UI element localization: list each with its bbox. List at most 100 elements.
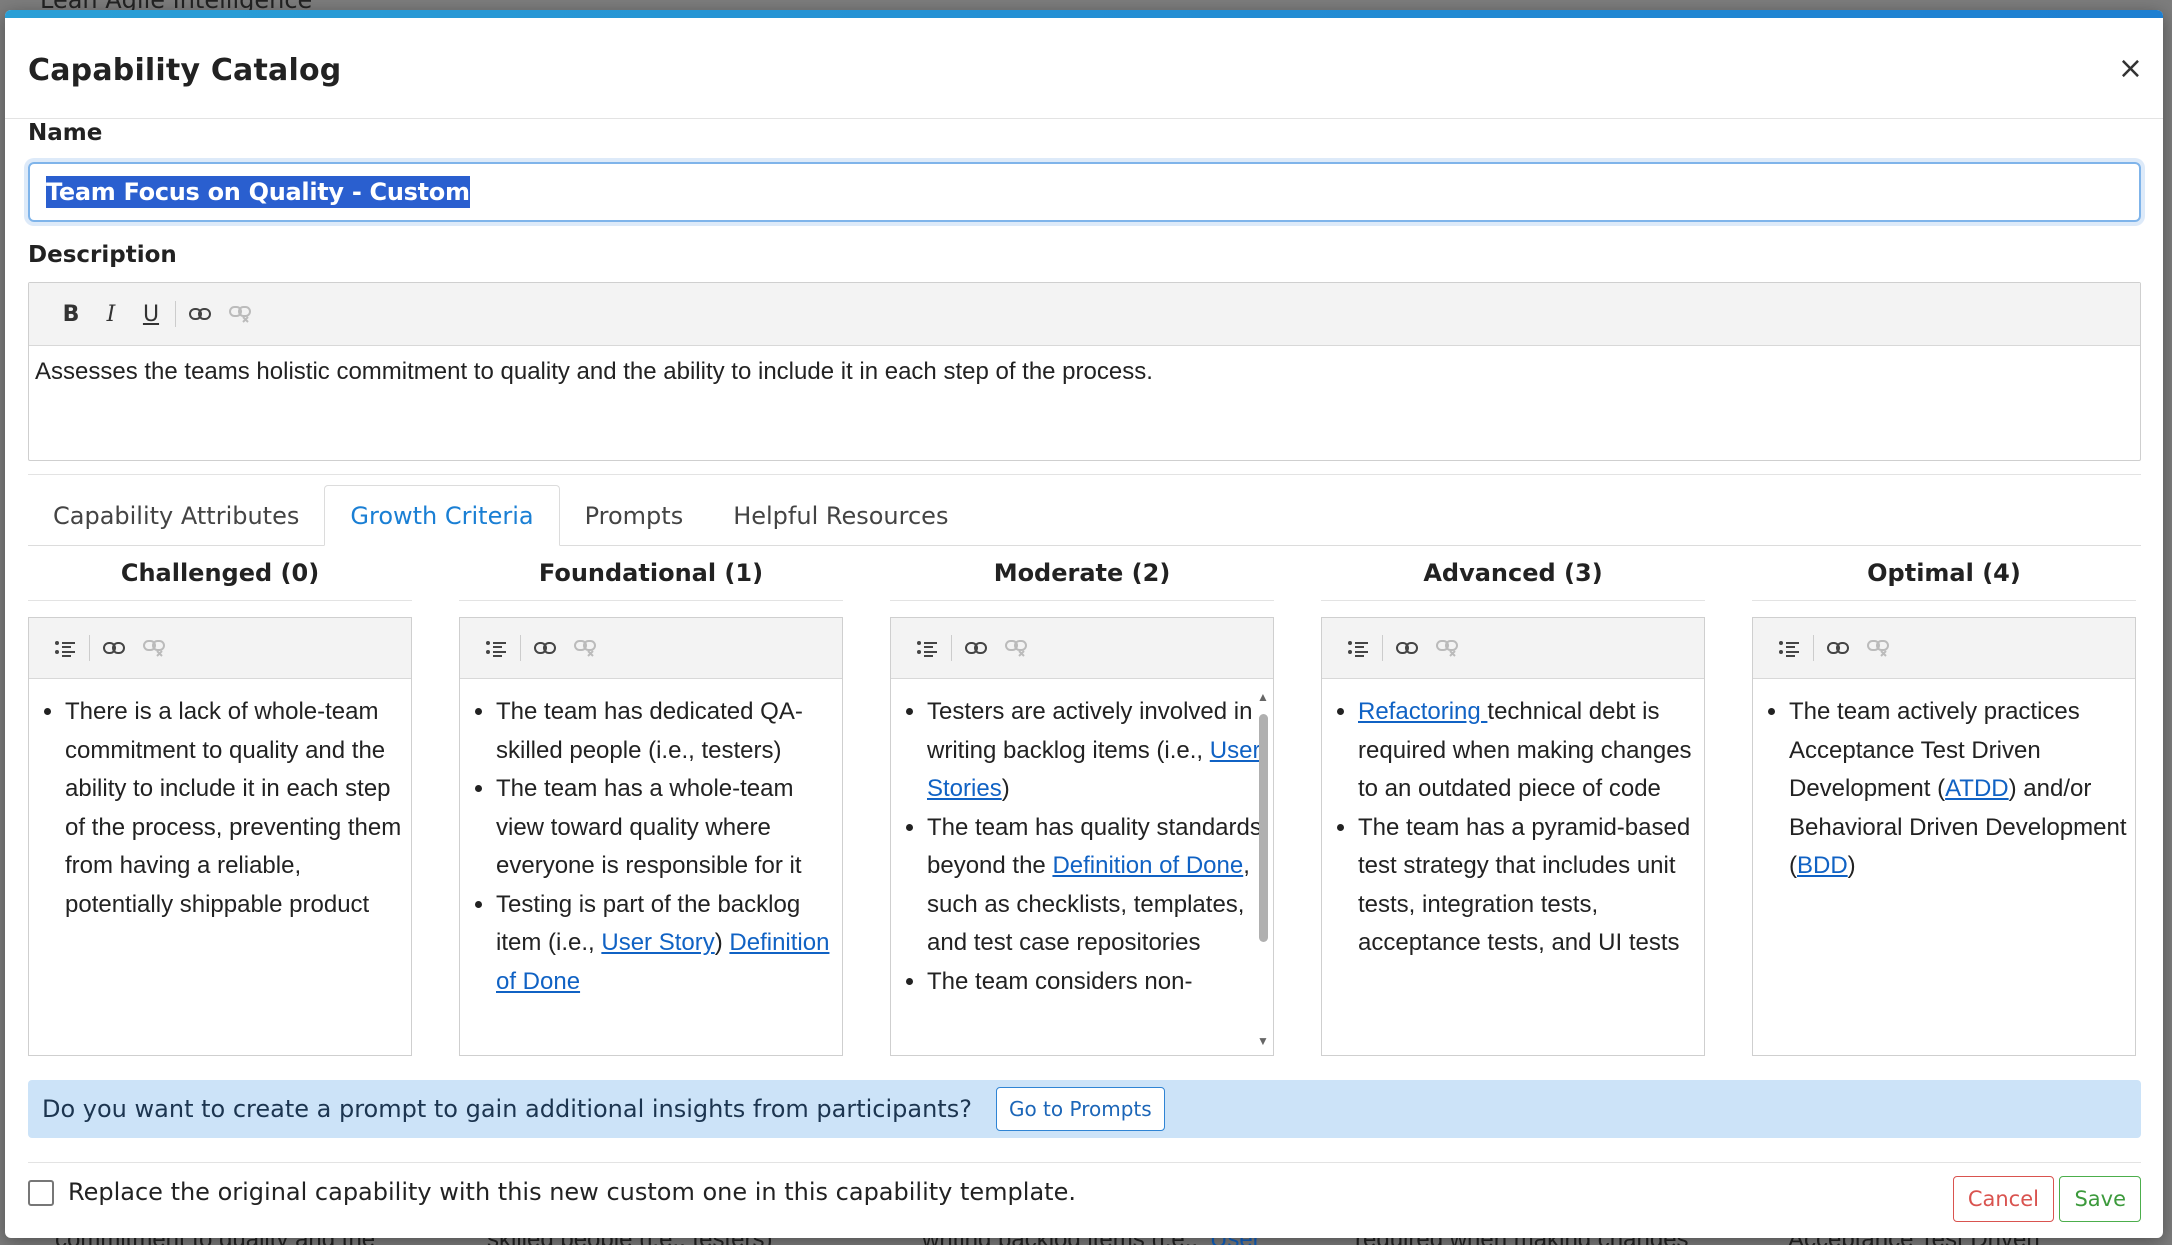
criteria-text: ): [1847, 852, 1856, 879]
growth-criteria-columns: Challenged (0) There is a lack of whole-t…: [28, 546, 2141, 1056]
criteria-item: Refactoring technical debt is required w…: [1358, 693, 1698, 809]
close-icon[interactable]: ×: [2118, 54, 2143, 84]
level-content[interactable]: Testers are actively involved in writing…: [891, 679, 1273, 1001]
criteria-text: The team considers non-: [927, 967, 1193, 995]
description-text[interactable]: Assesses the teams holistic commitment t…: [29, 346, 2140, 460]
unlink-icon[interactable]: [996, 628, 1036, 668]
tab-growth-criteria[interactable]: Growth Criteria: [324, 485, 560, 546]
criteria-item: Testing is part of the backlog item (i.e…: [496, 886, 836, 1002]
bullet-list-icon[interactable]: [1769, 628, 1809, 668]
level-toolbar: [460, 618, 842, 679]
criteria-text: The team has a whole-team view toward qu…: [496, 775, 802, 879]
bullet-list-icon[interactable]: [1338, 628, 1378, 668]
criteria-item: The team actively practices Acceptance T…: [1789, 693, 2129, 886]
level-editor: Refactoring technical debt is required w…: [1321, 617, 1705, 1056]
criteria-item: The team has quality standards beyond th…: [927, 809, 1267, 963]
glossary-link[interactable]: ATDD: [1945, 775, 2009, 802]
tab-helpful-resources[interactable]: Helpful Resources: [708, 487, 973, 545]
level-title: Moderate (2): [890, 546, 1274, 601]
criteria-list: The team has dedicated QA-skilled people…: [474, 693, 836, 1001]
unlink-icon[interactable]: [1858, 628, 1898, 668]
level-toolbar: [891, 618, 1273, 679]
toolbar-separator: [520, 635, 521, 661]
name-input[interactable]: Team Focus on Quality - Custom: [28, 162, 2141, 222]
tab-capability-attributes[interactable]: Capability Attributes: [28, 487, 324, 545]
glossary-link[interactable]: Refactoring: [1358, 698, 1487, 725]
modal-accent-bar: [5, 10, 2163, 18]
link-icon[interactable]: [1818, 628, 1858, 668]
level-column-foundational: Foundational (1) The team has dedicated Q…: [459, 546, 843, 1056]
cancel-button[interactable]: Cancel: [1952, 1176, 2054, 1222]
level-title: Optimal (4): [1752, 546, 2136, 601]
modal-title: Capability Catalog: [28, 53, 342, 88]
prompt-banner: Do you want to create a prompt to gain a…: [28, 1080, 2141, 1138]
criteria-item: The team has a whole-team view toward qu…: [496, 770, 836, 886]
bold-icon[interactable]: B: [51, 294, 91, 334]
glossary-link[interactable]: Definition of Done: [1052, 852, 1243, 879]
bullet-list-icon[interactable]: [907, 628, 947, 668]
modal-body: Name Team Focus on Quality - Custom Desc…: [28, 120, 2141, 1238]
bullet-list-icon[interactable]: [45, 628, 85, 668]
capability-tabs: Capability Attributes Growth Criteria Pr…: [28, 485, 2141, 546]
prompt-banner-text: Do you want to create a prompt to gain a…: [42, 1095, 972, 1123]
level-title: Advanced (3): [1321, 546, 1705, 601]
description-label: Description: [28, 242, 177, 268]
criteria-text: ): [1001, 775, 1010, 802]
level-editor: The team has dedicated QA-skilled people…: [459, 617, 843, 1056]
modal-footer: Replace the original capability with thi…: [28, 1163, 2141, 1238]
link-icon[interactable]: [956, 628, 996, 668]
criteria-text: The team has a pyramid-based test strate…: [1358, 813, 1691, 957]
description-toolbar: B I U: [29, 283, 2140, 346]
replace-capability-label[interactable]: Replace the original capability with thi…: [68, 1178, 1076, 1206]
unlink-icon[interactable]: [220, 294, 260, 334]
level-column-moderate: Moderate (2) Testers are actively involve…: [890, 546, 1274, 1056]
italic-icon[interactable]: I: [91, 294, 131, 334]
scroll-thumb[interactable]: [1259, 714, 1268, 942]
level-scrollbar[interactable]: ▲ ▼: [1255, 684, 1271, 1054]
save-button[interactable]: Save: [2059, 1176, 2141, 1222]
toolbar-separator: [1382, 635, 1383, 661]
unlink-icon[interactable]: [134, 628, 174, 668]
criteria-list: Refactoring technical debt is required w…: [1336, 693, 1698, 963]
replace-capability-checkbox[interactable]: [28, 1180, 54, 1206]
link-icon[interactable]: [94, 628, 134, 668]
unlink-icon[interactable]: [565, 628, 605, 668]
criteria-list: Testers are actively involved in writing…: [905, 693, 1267, 1001]
level-title: Challenged (0): [28, 546, 412, 601]
criteria-item: The team has dedicated QA-skilled people…: [496, 693, 836, 770]
link-icon[interactable]: [1387, 628, 1427, 668]
level-editor: Testers are actively involved in writing…: [890, 617, 1274, 1056]
go-to-prompts-button[interactable]: Go to Prompts: [995, 1087, 1165, 1131]
link-icon[interactable]: [525, 628, 565, 668]
bullet-list-icon[interactable]: [476, 628, 516, 668]
level-column-optimal: Optimal (4) The team actively practices A…: [1752, 546, 2136, 1056]
criteria-item: The team considers non-: [927, 963, 1267, 1002]
level-content[interactable]: There is a lack of whole-team commitment…: [29, 679, 411, 924]
section-divider: [28, 474, 2141, 475]
glossary-link[interactable]: User Story: [601, 929, 714, 956]
criteria-item: There is a lack of whole-team commitment…: [65, 693, 405, 924]
level-content[interactable]: The team has dedicated QA-skilled people…: [460, 679, 842, 1001]
level-content[interactable]: Refactoring technical debt is required w…: [1322, 679, 1704, 963]
level-column-challenged: Challenged (0) There is a lack of whole-t…: [28, 546, 412, 1056]
modal-header: Capability Catalog ×: [5, 18, 2163, 119]
level-editor: The team actively practices Acceptance T…: [1752, 617, 2136, 1056]
name-input-value: Team Focus on Quality - Custom: [46, 176, 470, 208]
tab-prompts[interactable]: Prompts: [560, 487, 709, 545]
toolbar-separator: [89, 635, 90, 661]
criteria-item: The team has a pyramid-based test strate…: [1358, 809, 1698, 963]
scroll-up-icon[interactable]: ▲: [1257, 690, 1269, 704]
glossary-link[interactable]: BDD: [1797, 852, 1848, 879]
level-toolbar: [1322, 618, 1704, 679]
level-column-advanced: Advanced (3) Refactoring technical debt i…: [1321, 546, 1705, 1056]
level-content[interactable]: The team actively practices Acceptance T…: [1753, 679, 2135, 886]
unlink-icon[interactable]: [1427, 628, 1467, 668]
scroll-down-icon[interactable]: ▼: [1257, 1034, 1269, 1048]
level-editor: There is a lack of whole-team commitment…: [28, 617, 412, 1056]
criteria-text: ): [714, 929, 730, 956]
level-toolbar: [1753, 618, 2135, 679]
criteria-item: Testers are actively involved in writing…: [927, 693, 1267, 809]
underline-icon[interactable]: U: [131, 294, 171, 334]
toolbar-separator: [1813, 635, 1814, 661]
link-icon[interactable]: [180, 294, 220, 334]
